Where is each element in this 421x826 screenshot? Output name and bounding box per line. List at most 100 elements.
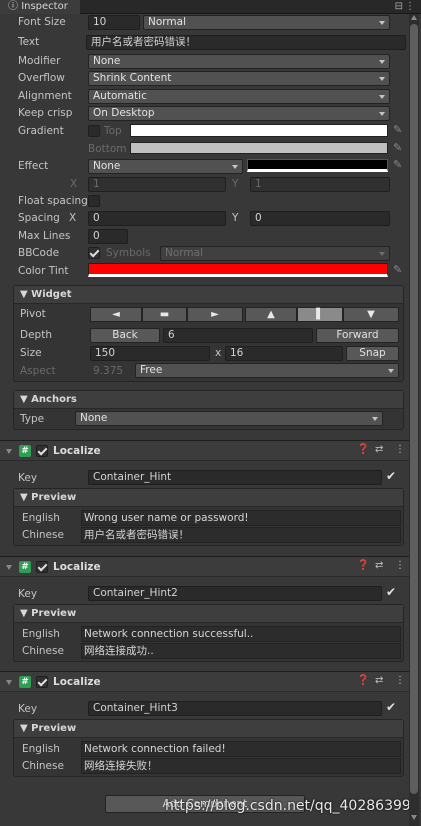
anchor-type-label: Type bbox=[20, 413, 45, 425]
effect-value: None bbox=[93, 160, 121, 172]
eyedropper-icon[interactable]: ✎ bbox=[393, 263, 402, 276]
max-lines-input[interactable]: 0 bbox=[88, 229, 128, 244]
gradient-top-color[interactable] bbox=[130, 124, 388, 137]
eyedropper-icon[interactable]: ✎ bbox=[393, 158, 402, 171]
eyedropper-icon[interactable]: ✎ bbox=[393, 123, 402, 136]
preset-icon[interactable]: ⇄ bbox=[375, 444, 383, 455]
pivot-label: Pivot bbox=[20, 308, 46, 320]
preview-header[interactable]: ▼ Preview bbox=[14, 720, 403, 738]
aspect-mode-dropdown[interactable]: Free bbox=[135, 363, 399, 378]
float-spacing-checkbox[interactable] bbox=[88, 195, 100, 207]
gradient-bottom-color[interactable] bbox=[130, 142, 388, 154]
font-style-dropdown[interactable]: Normal bbox=[143, 15, 390, 30]
help-icon[interactable]: ❓ bbox=[357, 675, 369, 686]
effect-color[interactable] bbox=[247, 159, 388, 172]
localize-component-header[interactable]: # Localize ❓ ⇄ ⋮ bbox=[0, 556, 409, 577]
help-icon[interactable]: ❓ bbox=[357, 560, 369, 571]
key-input[interactable]: Container_Hint3 bbox=[88, 701, 382, 716]
valid-check-icon: ✔ bbox=[386, 585, 397, 599]
eyedropper-icon[interactable]: ✎ bbox=[393, 141, 402, 154]
spacing-x-input[interactable]: 0 bbox=[88, 211, 226, 226]
foldout-triangle-icon[interactable] bbox=[6, 565, 12, 570]
chinese-preview: 网络连接成功.. bbox=[81, 643, 401, 659]
effect-dropdown[interactable]: None bbox=[88, 159, 243, 174]
symbols-dropdown[interactable]: Normal bbox=[160, 246, 390, 261]
depth-input[interactable]: 6 bbox=[163, 328, 313, 343]
preset-icon[interactable]: ⇄ bbox=[375, 675, 383, 686]
snap-button[interactable]: Snap bbox=[346, 346, 399, 361]
chevron-down-icon bbox=[379, 60, 385, 64]
info-icon: ⓘ bbox=[8, 1, 22, 12]
color-tint-swatch[interactable] bbox=[88, 263, 388, 277]
kebab-menu-icon[interactable]: ⋮ bbox=[395, 444, 405, 455]
foldout-triangle-icon[interactable] bbox=[6, 680, 12, 685]
text-input[interactable]: 用户名或者密码错误！ bbox=[86, 35, 406, 50]
alignment-value: Automatic bbox=[93, 90, 147, 102]
aspect-value: 9.375 bbox=[93, 365, 124, 377]
pivot-center-h-button[interactable]: ▬ bbox=[142, 307, 187, 322]
lock-icon[interactable]: ⊟ bbox=[395, 1, 403, 12]
pivot-top-button[interactable]: ▲ bbox=[245, 307, 297, 322]
bbcode-checkbox[interactable] bbox=[88, 247, 100, 259]
anchors-header[interactable]: ▼ Anchors bbox=[14, 391, 403, 409]
depth-back-button[interactable]: Back bbox=[90, 328, 160, 343]
scrollbar-thumb[interactable] bbox=[410, 24, 418, 794]
height-input[interactable]: 16 bbox=[225, 346, 343, 361]
tab-inspector[interactable]: ⓘ Inspector bbox=[0, 0, 80, 14]
spacing-label: Spacing bbox=[18, 212, 60, 224]
preview-header[interactable]: ▼ Preview bbox=[14, 605, 403, 623]
modifier-value: None bbox=[93, 55, 121, 67]
preview-header[interactable]: ▼ Preview bbox=[14, 489, 403, 507]
spacing-y-input[interactable]: 0 bbox=[250, 211, 390, 226]
key-label: Key bbox=[18, 588, 38, 600]
english-label: English bbox=[22, 512, 60, 524]
kebab-menu-icon[interactable]: ⋮ bbox=[395, 560, 405, 571]
keep-crisp-dropdown[interactable]: On Desktop bbox=[88, 106, 390, 121]
scroll-up-icon[interactable] bbox=[411, 15, 417, 20]
english-label: English bbox=[22, 743, 60, 755]
key-input[interactable]: Container_Hint bbox=[88, 470, 382, 485]
scroll-down-icon[interactable] bbox=[411, 815, 417, 820]
kebab-menu-icon[interactable]: ⋮ bbox=[395, 675, 405, 686]
key-input[interactable]: Container_Hint2 bbox=[88, 586, 382, 601]
effect-y-input[interactable]: 1 bbox=[250, 177, 390, 192]
max-lines-label: Max Lines bbox=[18, 230, 71, 242]
pivot-center-v-button[interactable]: ▌ bbox=[297, 307, 343, 322]
kebab-menu-icon[interactable]: ⋮ bbox=[405, 1, 415, 12]
component-enabled-checkbox[interactable] bbox=[36, 445, 48, 457]
component-enabled-checkbox[interactable] bbox=[36, 561, 48, 573]
gradient-checkbox[interactable] bbox=[88, 125, 100, 137]
english-label: English bbox=[22, 628, 60, 640]
chevron-down-icon bbox=[379, 112, 385, 116]
width-input[interactable]: 150 bbox=[90, 346, 210, 361]
preset-icon[interactable]: ⇄ bbox=[375, 560, 383, 571]
chevron-down-icon bbox=[379, 77, 385, 81]
spacing-x-label: X bbox=[69, 212, 77, 224]
alignment-dropdown[interactable]: Automatic bbox=[88, 89, 390, 104]
chevron-down-icon bbox=[232, 165, 238, 169]
widget-header[interactable]: ▼ Widget bbox=[14, 286, 403, 304]
help-icon[interactable]: ❓ bbox=[357, 444, 369, 455]
anchor-type-dropdown[interactable]: None bbox=[75, 411, 383, 426]
aspect-mode-value: Free bbox=[140, 364, 163, 376]
chinese-label: Chinese bbox=[22, 760, 64, 772]
chinese-preview: 网络连接失败！ bbox=[81, 758, 401, 774]
modifier-dropdown[interactable]: None bbox=[88, 54, 390, 69]
chevron-down-icon bbox=[379, 252, 385, 256]
overflow-dropdown[interactable]: Shrink Content bbox=[88, 71, 390, 86]
key-label: Key bbox=[18, 703, 38, 715]
font-size-input[interactable]: 10 bbox=[88, 15, 140, 30]
pivot-right-button[interactable]: ► bbox=[187, 307, 243, 322]
localize-component-header[interactable]: # Localize ❓ ⇄ ⋮ bbox=[0, 671, 409, 692]
depth-forward-button[interactable]: Forward bbox=[316, 328, 399, 343]
watermark: https://blog.csdn.net/qq_40286399 bbox=[165, 798, 411, 814]
pivot-left-button[interactable]: ◄ bbox=[90, 307, 142, 322]
keep-crisp-value: On Desktop bbox=[93, 107, 155, 119]
pivot-bottom-button[interactable]: ▼ bbox=[343, 307, 399, 322]
modifier-label: Modifier bbox=[18, 55, 61, 67]
font-size-label: Font Size bbox=[18, 16, 66, 28]
localize-component-header[interactable]: # Localize ❓ ⇄ ⋮ bbox=[0, 440, 409, 461]
foldout-triangle-icon[interactable] bbox=[6, 449, 12, 454]
component-enabled-checkbox[interactable] bbox=[36, 676, 48, 688]
effect-x-input[interactable]: 1 bbox=[88, 177, 226, 192]
